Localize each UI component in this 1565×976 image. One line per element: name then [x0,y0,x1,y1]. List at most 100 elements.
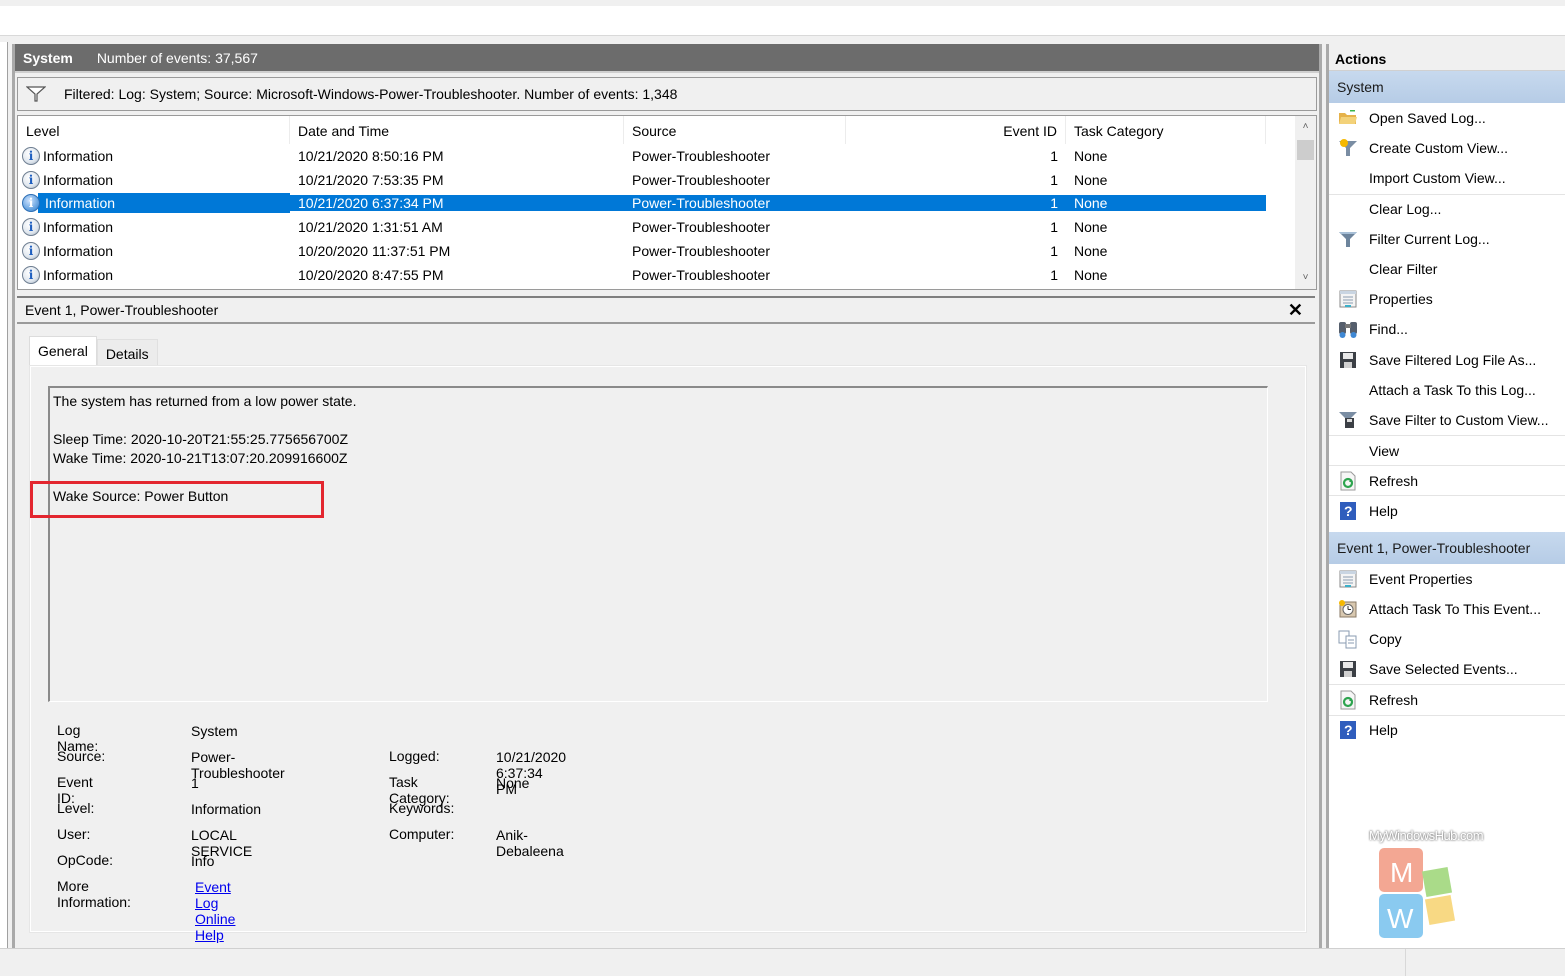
level-text: Information [43,266,114,283]
task-category-cell: None [1066,195,1266,212]
level-cell: i Information [18,265,290,284]
scroll-up-arrow[interactable]: ˄ [1295,118,1316,136]
close-icon[interactable]: ✕ [1288,300,1303,321]
scroll-down-arrow[interactable]: ˅ [1295,269,1316,287]
refresh-icon [1337,690,1359,710]
filter-text: Filtered: Log: System; Source: Microsoft… [64,86,678,102]
mw-logo-icon: M W [1379,848,1456,938]
event-description[interactable]: The system has returned from a low power… [30,386,1268,702]
action-clear-filter[interactable]: Clear Filter [1329,254,1565,284]
action-attach-a-task-to-this-log[interactable]: Attach a Task To this Log... [1329,375,1565,405]
actions-pane: Actions System Open Saved Log... Create Cu… [1326,44,1565,948]
action-label: Properties [1369,291,1433,308]
more-info-label: More Information: [57,878,131,910]
action-clear-log[interactable]: Clear Log... [1329,193,1565,224]
status-bar [0,948,1565,976]
action-label: Clear Filter [1369,261,1438,278]
level-cell: i Information [18,242,290,261]
level-value: Information [191,801,262,817]
action-label: Save Selected Events... [1369,661,1518,678]
table-row[interactable]: i Information 10/21/2020 7:53:35 PM Powe… [18,168,1296,192]
red-highlight-box [30,481,324,518]
action-refresh[interactable]: Refresh [1329,684,1565,714]
task-category-cell: None [1074,243,1108,260]
save-filter-icon [1337,410,1359,430]
source-value: Power-Troubleshooter [191,749,285,781]
date-cell: 10/21/2020 7:53:35 PM [298,171,444,188]
column-header-source[interactable]: Source [624,116,846,144]
no-icon-spacer [1337,380,1359,400]
table-row[interactable]: i Information 10/21/2020 8:50:16 PM Powe… [18,144,1296,168]
no-icon-spacer [1337,259,1359,279]
information-icon: i [22,146,40,165]
event-detail-header: Event 1, Power-Troubleshooter ✕ [17,296,1315,324]
event-id-cell: 1 [1050,219,1058,236]
column-header-event-id[interactable]: Event ID [846,116,1066,144]
task-clock-icon [1337,599,1359,619]
action-filter-current-log[interactable]: Filter Current Log... [1329,224,1565,254]
source-cell: Power-Troubleshooter [632,219,770,236]
action-save-filter-to-custom-view[interactable]: Save Filter to Custom View... [1329,405,1565,435]
table-row[interactable]: i Information 10/20/2020 8:47:55 PM Powe… [18,263,1296,287]
action-help[interactable]: ? Help [1329,495,1565,525]
action-import-custom-view[interactable]: Import Custom View... [1329,163,1565,193]
level-text: Information [45,195,116,212]
action-attach-task-to-this-event[interactable]: Attach Task To This Event... [1329,594,1565,624]
table-row[interactable]: i Information 10/20/2020 11:37:51 PM Pow… [18,239,1296,263]
action-help[interactable]: ? Help [1329,714,1565,745]
tab-general[interactable]: General [29,336,97,366]
information-icon: i [22,218,40,237]
action-create-custom-view[interactable]: Create Custom View... [1329,133,1565,163]
action-copy[interactable]: Copy [1329,624,1565,654]
grid-scrollbar[interactable]: ˄ ˅ [1295,116,1316,289]
description-line: The system has returned from a low power… [53,393,357,409]
action-open-saved-log[interactable]: Open Saved Log... [1329,103,1565,133]
column-header-level[interactable]: Level [18,116,290,144]
user-label: User: [57,826,91,842]
action-save-filtered-log-file-as[interactable]: Save Filtered Log File As... [1329,345,1565,375]
action-label: Help [1369,503,1398,520]
actions-section-header[interactable]: Event 1, Power-Troubleshooter [1329,531,1565,564]
source-cell: Power-Troubleshooter [632,266,770,283]
help-icon: ? [1337,501,1359,521]
table-row[interactable]: i Information 10/21/2020 6:37:34 PM Powe… [18,192,1296,216]
level-cell: i Information [18,170,290,189]
keywords-label: Keywords: [389,800,455,816]
action-label: Import Custom View... [1369,170,1506,187]
grid-header: Level Date and Time Source Event ID Task… [18,116,1296,144]
column-header-task-category[interactable]: Task Category [1066,116,1266,144]
svg-text:?: ? [1344,503,1353,519]
action-view[interactable]: View [1329,435,1565,465]
log-name: System [23,49,73,66]
action-label: View [1369,442,1400,459]
action-label: Event Properties [1369,570,1473,587]
table-row[interactable]: i Information 10/21/2020 1:31:51 AM Powe… [18,215,1296,239]
event-id-value: 1 [191,775,199,791]
information-icon: i [22,170,40,189]
tab-details[interactable]: Details [96,339,158,366]
top-toolbar-area [0,0,1565,36]
event-id-cell: 1 [1050,171,1058,188]
scroll-thumb[interactable] [1297,140,1314,160]
task-category-cell: None [1074,171,1108,188]
action-event-properties[interactable]: Event Properties [1329,564,1565,594]
date-cell: 10/21/2020 8:50:16 PM [298,147,444,164]
actions-section-header[interactable]: System [1329,71,1565,103]
left-navigation-pane-edge[interactable] [0,42,8,948]
actions-title: Actions [1329,44,1565,71]
action-label: Refresh [1369,472,1419,489]
action-save-selected-events[interactable]: Save Selected Events... [1329,654,1565,684]
event-log-online-help-link[interactable]: Event Log Online Help [195,879,235,943]
properties-icon [1337,289,1359,309]
action-find[interactable]: Find... [1329,314,1565,344]
action-properties[interactable]: Properties [1329,284,1565,314]
action-label: Attach a Task To this Log... [1369,381,1536,398]
task-category-cell: None [1074,266,1108,283]
events-grid: Level Date and Time Source Event ID Task… [17,115,1317,290]
computer-label: Computer: [389,826,455,842]
column-header-date[interactable]: Date and Time [290,116,624,144]
action-label: Refresh [1369,691,1419,708]
action-refresh[interactable]: Refresh [1329,465,1565,495]
action-label: Save Filtered Log File As... [1369,351,1537,368]
watermark-logo: MyWindowsHub.com M W [1369,824,1539,944]
